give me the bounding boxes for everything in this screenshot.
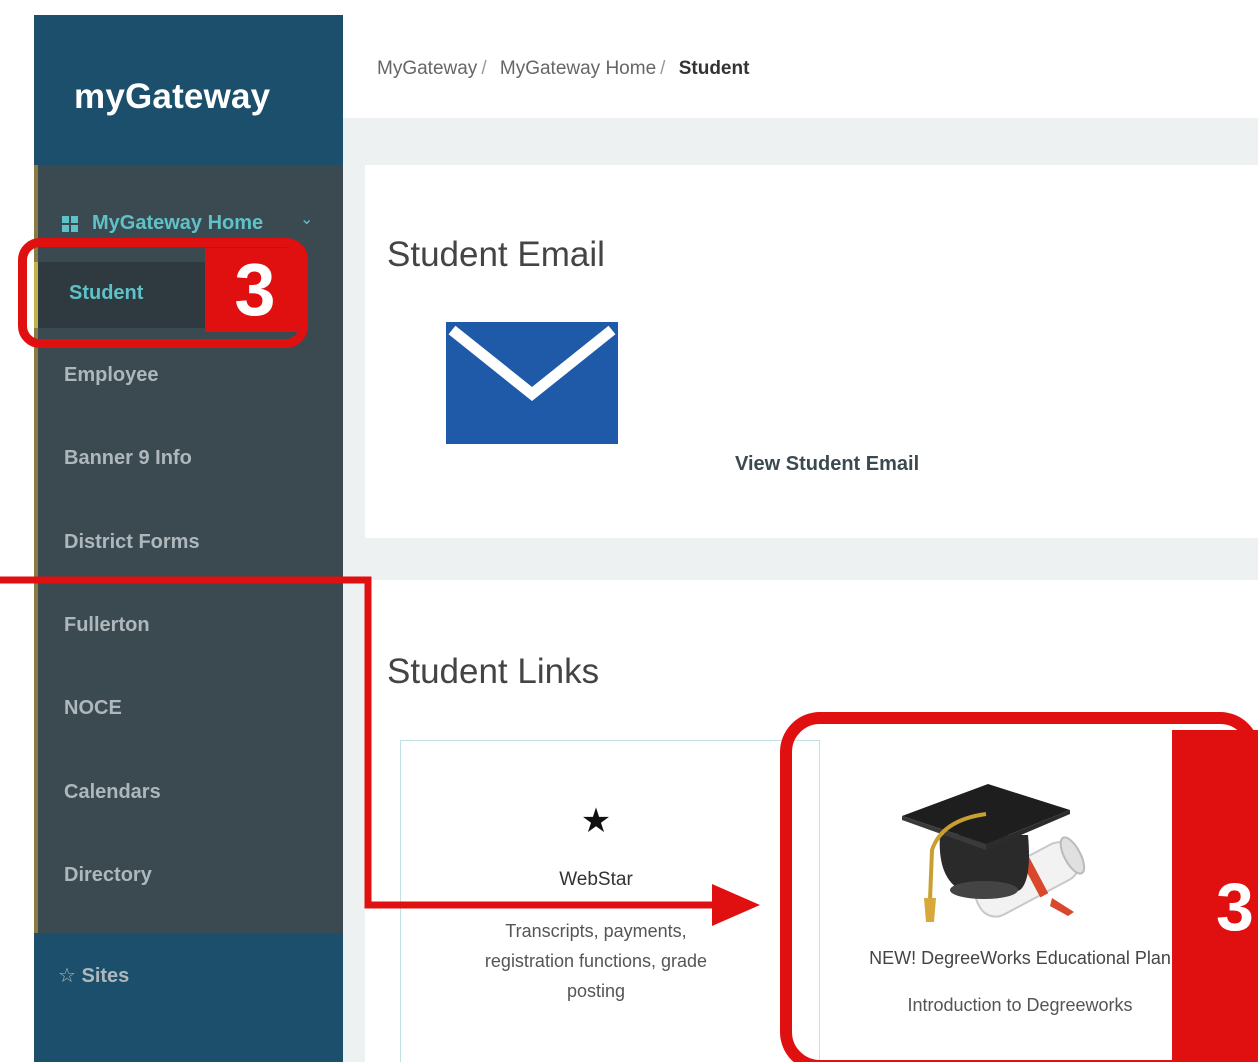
breadcrumb-mygateway[interactable]: MyGateway bbox=[377, 58, 477, 79]
sidebar-item-directory[interactable]: Directory bbox=[64, 864, 152, 887]
brand-header: myGateway bbox=[34, 15, 343, 165]
star-outline-icon: ☆ bbox=[58, 965, 76, 987]
webstar-description: Transcripts, payments, registration func… bbox=[484, 921, 708, 1001]
student-email-card: Student Email View Student Email bbox=[365, 165, 1258, 538]
top-bar: MyGateway / MyGateway Home / Student bbox=[343, 15, 1258, 118]
brand-logo[interactable]: myGateway bbox=[74, 77, 270, 117]
chevron-down-icon[interactable]: ⌄ bbox=[300, 209, 313, 229]
grid-icon bbox=[62, 216, 78, 232]
webstar-title[interactable]: WebStar bbox=[401, 869, 791, 891]
breadcrumb-mygateway-home[interactable]: MyGateway Home bbox=[500, 58, 656, 79]
sites-link[interactable]: ☆ Sites bbox=[58, 963, 129, 988]
sidebar-item-calendars[interactable]: Calendars bbox=[64, 781, 161, 804]
annotation-step-number-2: 3 bbox=[1172, 730, 1258, 1062]
sidebar-section-label: MyGateway Home bbox=[92, 212, 264, 234]
breadcrumb: MyGateway / MyGateway Home / Student bbox=[377, 58, 750, 79]
star-icon: ★ bbox=[580, 802, 612, 840]
sidebar-sites[interactable]: ☆ Sites bbox=[34, 933, 343, 1062]
sidebar-item-banner-9-info[interactable]: Banner 9 Info bbox=[64, 447, 192, 470]
breadcrumb-current: Student bbox=[678, 58, 750, 79]
section-title-student-email: Student Email bbox=[387, 235, 605, 274]
sidebar-item-district-forms[interactable]: District Forms bbox=[64, 531, 200, 554]
view-student-email-link[interactable]: View Student Email bbox=[735, 453, 919, 476]
sidebar: myGateway MyGateway Home ⌄ Student Emplo… bbox=[34, 15, 343, 1062]
annotation-step-number: 3 bbox=[205, 248, 305, 332]
sidebar-item-noce[interactable]: NOCE bbox=[64, 697, 122, 720]
webstar-tile[interactable]: ★ WebStar Transcripts, payments, registr… bbox=[400, 740, 820, 1062]
envelope-icon[interactable] bbox=[446, 322, 618, 444]
sites-label: Sites bbox=[81, 965, 130, 987]
sidebar-item-employee[interactable]: Employee bbox=[64, 364, 158, 387]
sidebar-item-fullerton[interactable]: Fullerton bbox=[64, 614, 150, 637]
section-title-student-links: Student Links bbox=[387, 652, 600, 691]
